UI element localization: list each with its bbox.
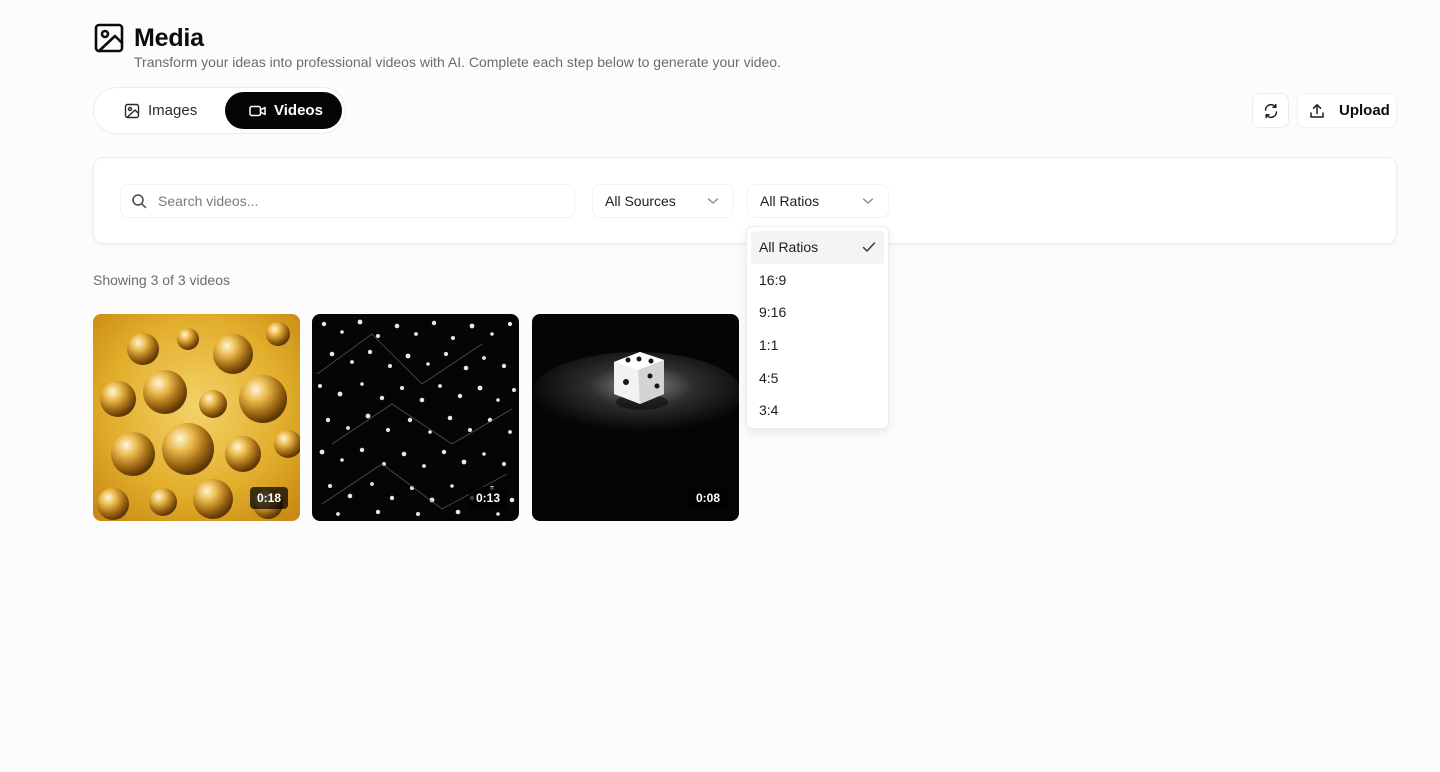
- menu-item-9-16[interactable]: 9:16: [751, 296, 884, 329]
- video-icon: [249, 105, 266, 116]
- video-duration: 0:18: [249, 487, 288, 509]
- check-icon: [862, 242, 876, 253]
- menu-item-4-5[interactable]: 4:5: [751, 361, 884, 394]
- menu-item-label: 9:16: [759, 304, 787, 321]
- tab-images-label: Images: [148, 102, 198, 119]
- video-duration: 0:13: [468, 487, 507, 509]
- menu-item-label: 16:9: [759, 271, 787, 288]
- upload-icon: [1310, 103, 1324, 118]
- video-card[interactable]: 0:13: [312, 314, 519, 521]
- tab-videos[interactable]: Videos: [225, 92, 342, 129]
- chevron-down-icon: [862, 198, 874, 204]
- video-duration: 0:08: [688, 487, 727, 509]
- search-box: [120, 184, 575, 218]
- refresh-icon: [1264, 103, 1277, 118]
- refresh-button[interactable]: [1252, 93, 1289, 128]
- ratios-select-value: All Ratios: [760, 193, 820, 209]
- filter-bar: All Sources All Ratios: [93, 157, 1397, 244]
- page-title: Media: [134, 23, 204, 52]
- menu-item-label: All Ratios: [759, 239, 819, 256]
- results-count: Showing 3 of 3 videos: [93, 272, 230, 288]
- page-header: Media Transform your ideas into professi…: [93, 22, 781, 70]
- video-card[interactable]: 0:08: [532, 314, 739, 521]
- image-icon: [124, 103, 140, 118]
- menu-item-label: 4:5: [759, 369, 779, 386]
- menu-item-label: 1:1: [759, 337, 779, 354]
- media-page: Media Transform your ideas into professi…: [0, 0, 1440, 772]
- image-icon: [93, 22, 125, 54]
- tab-videos-label: Videos: [274, 102, 323, 119]
- menu-item-3-4[interactable]: 3:4: [751, 394, 884, 427]
- menu-item-label: 3:4: [759, 402, 779, 419]
- title-row: Media: [93, 22, 204, 54]
- menu-item-16-9[interactable]: 16:9: [751, 264, 884, 297]
- page-subtitle: Transform your ideas into professional v…: [134, 54, 781, 70]
- sources-select[interactable]: All Sources: [592, 184, 734, 218]
- menu-item-all-ratios[interactable]: All Ratios: [751, 231, 884, 264]
- video-card[interactable]: 0:18: [93, 314, 300, 521]
- ratios-dropdown-menu: All Ratios 16:9 9:16 1:1 4:5 3:4: [746, 226, 889, 429]
- upload-label: Upload: [1339, 102, 1390, 119]
- search-icon: [132, 194, 147, 209]
- search-input[interactable]: [158, 193, 558, 209]
- upload-button[interactable]: Upload: [1297, 93, 1397, 128]
- ratios-select[interactable]: All Ratios: [747, 184, 889, 218]
- menu-item-1-1[interactable]: 1:1: [751, 329, 884, 362]
- chevron-down-icon: [707, 198, 719, 204]
- media-type-tabs: Images Videos: [93, 87, 346, 134]
- tab-images[interactable]: Images: [97, 92, 225, 129]
- sources-select-value: All Sources: [605, 193, 676, 209]
